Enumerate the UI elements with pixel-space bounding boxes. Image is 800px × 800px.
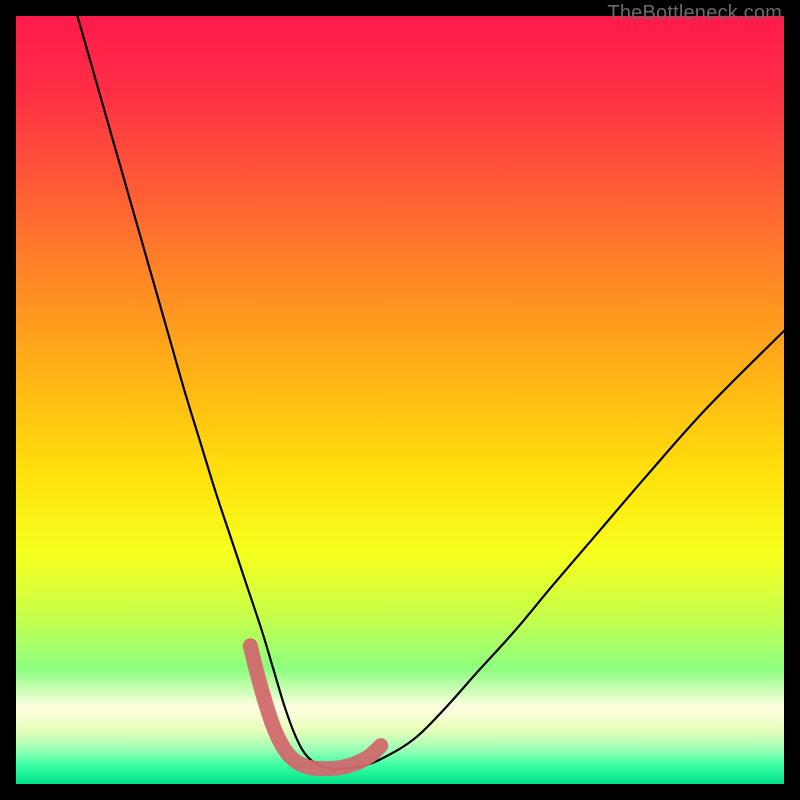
watermark-label: TheBottleneck.com bbox=[607, 2, 782, 25]
plot-area bbox=[16, 16, 784, 784]
chart-frame: TheBottleneck.com bbox=[0, 0, 800, 800]
chart-svg bbox=[16, 16, 784, 784]
gradient-background bbox=[16, 16, 784, 784]
